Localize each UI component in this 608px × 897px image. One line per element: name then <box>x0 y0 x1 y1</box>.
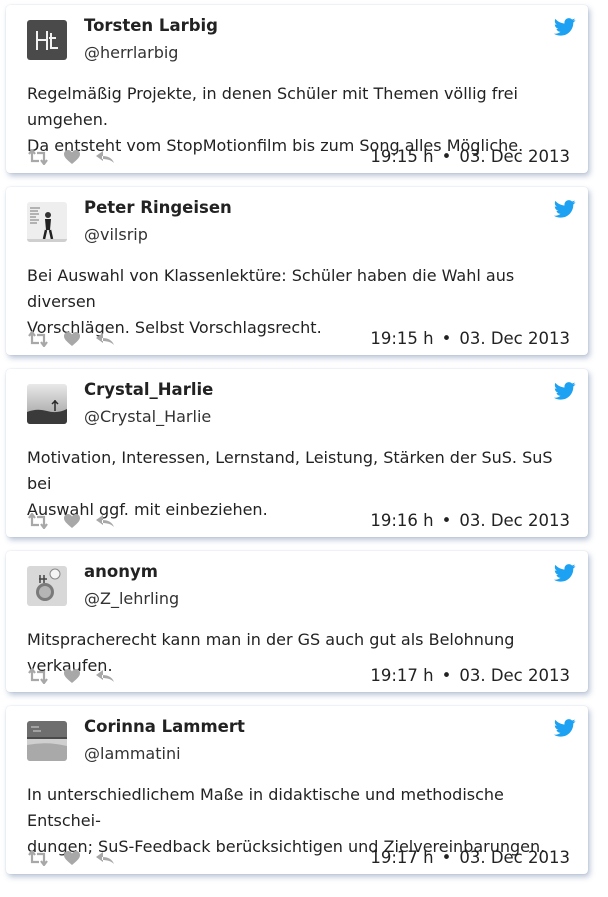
tweet-date: 03. Dec 2013 <box>459 329 570 348</box>
tweet-card[interactable]: Torsten Larbig @herrlarbig Regelmäßig Pr… <box>6 5 588 173</box>
like-icon[interactable] <box>63 331 81 347</box>
author-handle[interactable]: @Z_lehrling <box>84 589 179 608</box>
author-name[interactable]: Corinna Lammert <box>84 717 245 736</box>
like-icon[interactable] <box>63 149 81 165</box>
tweet-text-line: Motivation, Interessen, Lernstand, Leist… <box>27 448 553 493</box>
author-handle[interactable]: @herrlarbig <box>84 43 178 62</box>
tweet-card[interactable]: anonym @Z_lehrling Mitspracherecht kann … <box>6 551 588 692</box>
tweet-date: 03. Dec 2013 <box>459 511 570 530</box>
tweet-time: 19:16 h <box>370 511 434 530</box>
timestamp[interactable]: 19:17 h • 03. Dec 2013 <box>370 848 570 867</box>
tweet-text-line: Regelmäßig Projekte, in denen Schüler mi… <box>27 84 518 129</box>
separator-dot: • <box>441 848 452 867</box>
tweet-actions <box>27 666 129 686</box>
twitter-bird-icon[interactable] <box>553 719 576 737</box>
twitter-bird-icon[interactable] <box>553 200 576 218</box>
timestamp[interactable]: 19:15 h • 03. Dec 2013 <box>370 147 570 166</box>
like-icon[interactable] <box>63 513 81 529</box>
author-handle[interactable]: @lammatini <box>84 744 181 763</box>
reply-icon[interactable] <box>95 851 115 865</box>
avatar[interactable] <box>27 384 67 424</box>
timestamp[interactable]: 19:17 h • 03. Dec 2013 <box>370 666 570 685</box>
twitter-bird-icon[interactable] <box>553 18 576 36</box>
author-handle[interactable]: @vilsrip <box>84 225 148 244</box>
author-name[interactable]: Crystal_Harlie <box>84 380 213 399</box>
tweet-date: 03. Dec 2013 <box>459 666 570 685</box>
tweet-text-line: Bei Auswahl von Klassenlektüre: Schüler … <box>27 266 515 311</box>
tweet-time: 19:17 h <box>370 666 434 685</box>
reply-icon[interactable] <box>95 669 115 683</box>
tweet-card[interactable]: Peter Ringeisen @vilsrip Bei Auswahl von… <box>6 187 588 355</box>
like-icon[interactable] <box>63 850 81 866</box>
avatar[interactable] <box>27 566 67 606</box>
retweet-icon[interactable] <box>27 668 49 684</box>
twitter-bird-icon[interactable] <box>553 564 576 582</box>
tweet-text-line: In unterschiedlichem Maße in didaktische… <box>27 785 504 830</box>
separator-dot: • <box>441 511 452 530</box>
tweet-actions <box>27 147 129 167</box>
author-name[interactable]: Peter Ringeisen <box>84 198 232 217</box>
tweet-time: 19:15 h <box>370 147 434 166</box>
timestamp[interactable]: 19:16 h • 03. Dec 2013 <box>370 511 570 530</box>
tweet-time: 19:17 h <box>370 848 434 867</box>
separator-dot: • <box>441 147 452 166</box>
like-icon[interactable] <box>63 668 81 684</box>
tweet-date: 03. Dec 2013 <box>459 848 570 867</box>
retweet-icon[interactable] <box>27 513 49 529</box>
tweet-actions <box>27 511 129 531</box>
reply-icon[interactable] <box>95 332 115 346</box>
tweet-date: 03. Dec 2013 <box>459 147 570 166</box>
tweet-time: 19:15 h <box>370 329 434 348</box>
reply-icon[interactable] <box>95 150 115 164</box>
avatar[interactable] <box>27 721 67 761</box>
avatar[interactable] <box>27 20 67 60</box>
retweet-icon[interactable] <box>27 850 49 866</box>
author-handle[interactable]: @Crystal_Harlie <box>84 407 211 426</box>
tweet-card[interactable]: Corinna Lammert @lammatini In unterschie… <box>6 706 588 874</box>
tweet-actions <box>27 329 129 349</box>
separator-dot: • <box>441 666 452 685</box>
retweet-icon[interactable] <box>27 149 49 165</box>
author-name[interactable]: Torsten Larbig <box>84 16 218 35</box>
retweet-icon[interactable] <box>27 331 49 347</box>
avatar[interactable] <box>27 202 67 242</box>
tweet-actions <box>27 848 129 868</box>
separator-dot: • <box>441 329 452 348</box>
timestamp[interactable]: 19:15 h • 03. Dec 2013 <box>370 329 570 348</box>
author-name[interactable]: anonym <box>84 562 158 581</box>
reply-icon[interactable] <box>95 514 115 528</box>
twitter-bird-icon[interactable] <box>553 382 576 400</box>
tweet-card[interactable]: Crystal_Harlie @Crystal_Harlie Motivatio… <box>6 369 588 537</box>
